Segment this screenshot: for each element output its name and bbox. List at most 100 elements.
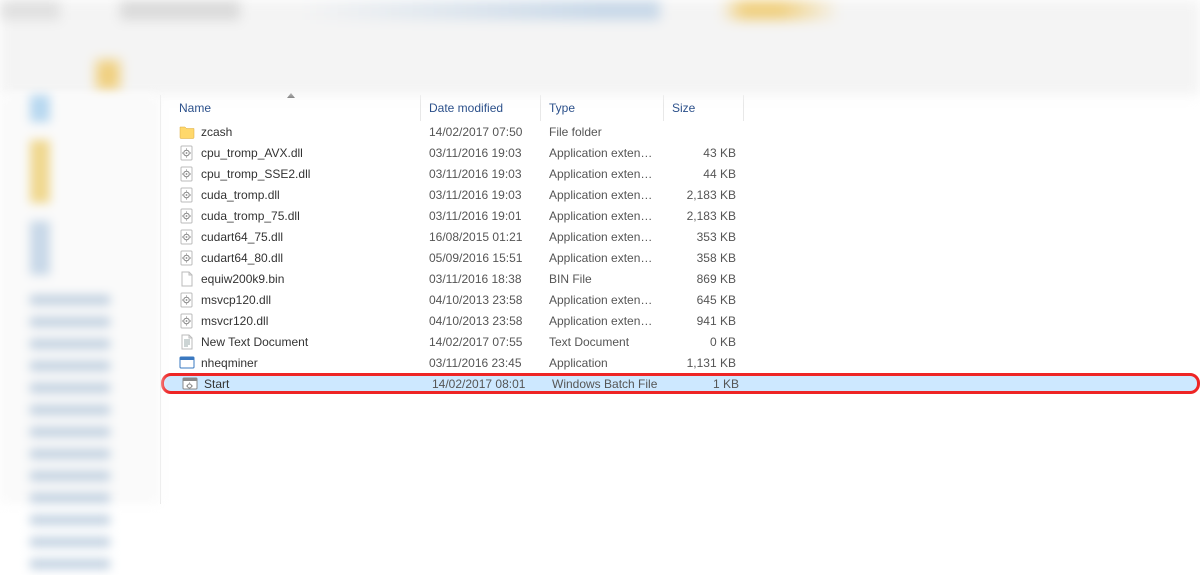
blurred-sidebar-region <box>0 95 160 504</box>
file-name-label: msvcr120.dll <box>201 314 268 328</box>
bat-icon <box>182 376 198 392</box>
file-row[interactable]: cudart64_75.dll 16/08/2015 01:21Applicati… <box>161 226 1200 247</box>
file-type-cell: Text Document <box>541 335 664 349</box>
dll-icon <box>179 187 195 203</box>
file-type-cell: Application extens... <box>541 167 664 181</box>
file-type-cell: Application extens... <box>541 230 664 244</box>
file-date-cell: 14/02/2017 08:01 <box>424 377 544 391</box>
file-name-cell: cuda_tromp_75.dll <box>161 208 421 224</box>
file-name-label: New Text Document <box>201 335 308 349</box>
file-size-cell: 1,131 KB <box>664 356 744 370</box>
dll-icon <box>179 166 195 182</box>
file-name-label: cpu_tromp_SSE2.dll <box>201 167 310 181</box>
file-size-cell: 1 KB <box>667 377 747 391</box>
file-size-cell: 2,183 KB <box>664 188 744 202</box>
file-size-cell: 353 KB <box>664 230 744 244</box>
file-name-label: zcash <box>201 125 232 139</box>
file-name-cell: New Text Document <box>161 334 421 350</box>
file-name-label: cuda_tromp_75.dll <box>201 209 300 223</box>
file-date-cell: 05/09/2016 15:51 <box>421 251 541 265</box>
file-name-label: msvcp120.dll <box>201 293 271 307</box>
file-row[interactable]: Start 14/02/2017 08:01Windows Batch File1… <box>161 373 1200 394</box>
blurred-toolbar-region <box>0 0 1200 95</box>
file-name-cell: cpu_tromp_AVX.dll <box>161 145 421 161</box>
file-name-cell: zcash <box>161 124 421 140</box>
column-header-name[interactable]: Name <box>161 95 421 121</box>
file-type-cell: Application extens... <box>541 251 664 265</box>
exe-icon <box>179 355 195 371</box>
file-name-label: cudart64_80.dll <box>201 251 283 265</box>
file-name-cell: equiw200k9.bin <box>161 271 421 287</box>
file-type-cell: Application <box>541 356 664 370</box>
column-header-date[interactable]: Date modified <box>421 95 541 121</box>
file-date-cell: 03/11/2016 19:03 <box>421 146 541 160</box>
file-name-cell: msvcp120.dll <box>161 292 421 308</box>
file-row[interactable]: zcash 14/02/2017 07:50File folder <box>161 121 1200 142</box>
dll-icon <box>179 145 195 161</box>
file-type-cell: Windows Batch File <box>544 377 667 391</box>
file-name-cell: cpu_tromp_SSE2.dll <box>161 166 421 182</box>
blank-icon <box>179 271 195 287</box>
file-type-cell: Application extens... <box>541 293 664 307</box>
file-type-cell: Application extens... <box>541 314 664 328</box>
column-header-type-label: Type <box>549 101 575 115</box>
file-size-cell: 869 KB <box>664 272 744 286</box>
text-icon <box>179 334 195 350</box>
file-type-cell: Application extens... <box>541 146 664 160</box>
file-row[interactable]: msvcr120.dll 04/10/2013 23:58Application … <box>161 310 1200 331</box>
dll-icon <box>179 250 195 266</box>
file-row[interactable]: cuda_tromp_75.dll 03/11/2016 19:01Applica… <box>161 205 1200 226</box>
file-row[interactable]: equiw200k9.bin 03/11/2016 18:38BIN File86… <box>161 268 1200 289</box>
file-date-cell: 04/10/2013 23:58 <box>421 293 541 307</box>
file-name-label: Start <box>204 377 229 391</box>
file-date-cell: 03/11/2016 19:03 <box>421 188 541 202</box>
file-size-cell: 43 KB <box>664 146 744 160</box>
file-date-cell: 03/11/2016 18:38 <box>421 272 541 286</box>
column-header-date-label: Date modified <box>429 101 503 115</box>
file-name-label: equiw200k9.bin <box>201 272 284 286</box>
file-name-label: nheqminer <box>201 356 258 370</box>
column-header-size-label: Size <box>672 101 695 115</box>
file-row[interactable]: cpu_tromp_SSE2.dll 03/11/2016 19:03Applic… <box>161 163 1200 184</box>
file-size-cell: 2,183 KB <box>664 209 744 223</box>
file-type-cell: File folder <box>541 125 664 139</box>
file-name-label: cudart64_75.dll <box>201 230 283 244</box>
file-name-label: cpu_tromp_AVX.dll <box>201 146 303 160</box>
file-name-cell: cudart64_75.dll <box>161 229 421 245</box>
file-row[interactable]: cuda_tromp.dll03/11/2016 19:03Applicatio… <box>161 184 1200 205</box>
file-row[interactable]: New Text Document 14/02/2017 07:55Text Do… <box>161 331 1200 352</box>
file-name-cell: msvcr120.dll <box>161 313 421 329</box>
file-size-cell: 0 KB <box>664 335 744 349</box>
file-list-pane: Name Date modified Type Size zcash 14/02/… <box>160 95 1200 504</box>
file-date-cell: 14/02/2017 07:50 <box>421 125 541 139</box>
file-date-cell: 03/11/2016 19:01 <box>421 209 541 223</box>
dll-icon <box>179 229 195 245</box>
file-size-cell: 645 KB <box>664 293 744 307</box>
column-header-size[interactable]: Size <box>664 95 744 121</box>
file-row[interactable]: nheqminer 03/11/2016 23:45Application1,13… <box>161 352 1200 373</box>
column-header-type[interactable]: Type <box>541 95 664 121</box>
file-row[interactable]: msvcp120.dll 04/10/2013 23:58Application … <box>161 289 1200 310</box>
file-name-cell: Start <box>164 376 424 392</box>
file-type-cell: BIN File <box>541 272 664 286</box>
dll-icon <box>179 292 195 308</box>
column-header-name-label: Name <box>179 101 211 115</box>
file-date-cell: 16/08/2015 01:21 <box>421 230 541 244</box>
file-name-cell: nheqminer <box>161 355 421 371</box>
folder-icon <box>179 124 195 140</box>
file-row[interactable]: cudart64_80.dll 05/09/2016 15:51Applicati… <box>161 247 1200 268</box>
file-row[interactable]: cpu_tromp_AVX.dll 03/11/2016 19:03Applica… <box>161 142 1200 163</box>
file-size-cell: 44 KB <box>664 167 744 181</box>
file-date-cell: 14/02/2017 07:55 <box>421 335 541 349</box>
file-type-cell: Application extens... <box>541 188 664 202</box>
file-name-cell: cuda_tromp.dll <box>161 187 421 203</box>
file-date-cell: 03/11/2016 23:45 <box>421 356 541 370</box>
file-type-cell: Application extens... <box>541 209 664 223</box>
dll-icon <box>179 208 195 224</box>
file-date-cell: 04/10/2013 23:58 <box>421 314 541 328</box>
file-size-cell: 941 KB <box>664 314 744 328</box>
file-name-cell: cudart64_80.dll <box>161 250 421 266</box>
dll-icon <box>179 313 195 329</box>
file-date-cell: 03/11/2016 19:03 <box>421 167 541 181</box>
file-size-cell: 358 KB <box>664 251 744 265</box>
